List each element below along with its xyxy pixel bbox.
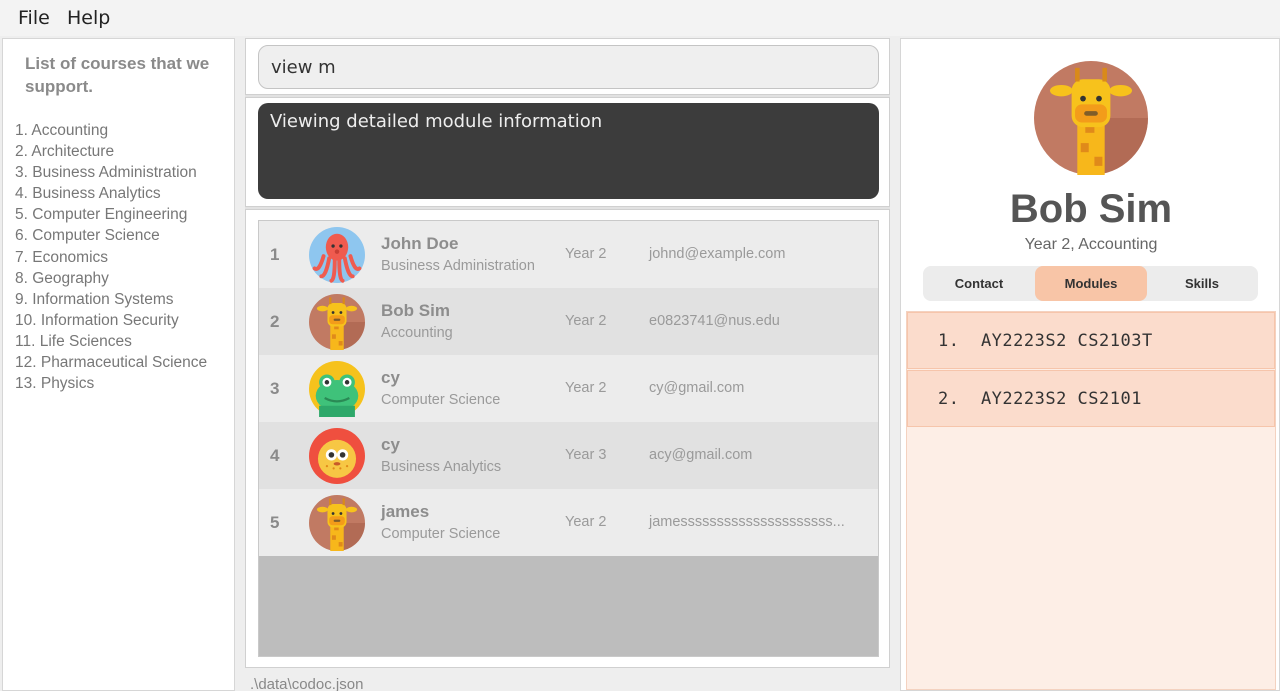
module-item[interactable]: 2. AY2223S2 CS2101: [907, 370, 1275, 427]
command-box: view m: [245, 38, 890, 95]
course-item: 2. Architecture: [15, 143, 115, 161]
person-index: 3: [270, 379, 280, 398]
person-email: johnd@example.com: [649, 246, 786, 262]
frog-icon: [309, 361, 365, 417]
profile-tabs: Contact Modules Skills: [923, 266, 1258, 301]
person-index: 1: [270, 245, 280, 264]
person-row[interactable]: 3 cy Computer Science Year 2 cy@gmail.co…: [259, 355, 878, 422]
course-item: 12. Pharmaceutical Science: [15, 354, 208, 372]
person-course: Business Administration: [381, 258, 535, 274]
course-item: 7. Economics: [15, 248, 109, 266]
person-name: John Doe: [381, 234, 459, 253]
person-name: cy: [381, 368, 400, 387]
course-item: 11. Life Sciences: [15, 332, 132, 350]
person-course: Accounting: [381, 325, 453, 341]
tab-skills[interactable]: Skills: [1146, 266, 1258, 301]
courses-panel: List of courses that we support. 1. Acco…: [2, 38, 235, 691]
person-name: Bob Sim: [381, 301, 450, 320]
person-index: 5: [270, 513, 280, 532]
person-email: e0823741@nus.edu: [649, 313, 780, 329]
modules-list: 1. AY2223S2 CS2103T 2. AY2223S2 CS2101: [906, 311, 1276, 690]
courses-title: List of courses that we support.: [25, 54, 210, 96]
result-display: Viewing detailed module information: [258, 103, 879, 199]
menu-file[interactable]: File: [18, 7, 50, 29]
person-row[interactable]: 2 Bob Sim Accounting Year 2 e0823741@nus…: [259, 288, 878, 355]
person-email: jamesssssssssssssssssssss...: [649, 514, 845, 530]
person-course: Computer Science: [381, 392, 501, 408]
person-row[interactable]: 1 John Doe Business Administration Year …: [259, 221, 878, 288]
person-year: Year 2: [565, 380, 607, 396]
person-list-panel: 1 John Doe Business Administration Year …: [245, 209, 890, 668]
person-year: Year 3: [565, 447, 607, 463]
octopus-icon: [309, 227, 365, 283]
giraffe-icon: [309, 294, 365, 350]
person-year: Year 2: [565, 313, 607, 329]
person-email: acy@gmail.com: [649, 447, 753, 463]
module-item[interactable]: 1. AY2223S2 CS2103T: [907, 312, 1275, 369]
course-item: 9. Information Systems: [15, 290, 174, 308]
course-item: 4. Business Analytics: [15, 185, 161, 203]
command-input[interactable]: view m: [258, 45, 879, 89]
person-year: Year 2: [565, 246, 607, 262]
status-bar-path: .\data\codoc.json: [250, 676, 364, 691]
course-item: 3. Business Administration: [15, 164, 197, 182]
menu-help[interactable]: Help: [67, 7, 110, 29]
course-list: 1. Accounting 2. Architecture 3. Busines…: [15, 120, 207, 394]
course-item: 5. Computer Engineering: [15, 206, 188, 224]
person-index: 4: [270, 446, 280, 465]
person-course: Business Analytics: [381, 459, 502, 475]
person-year: Year 2: [565, 514, 607, 530]
course-item: 6. Computer Science: [15, 227, 160, 245]
profile-subtitle: Year 2, Accounting: [1024, 236, 1158, 253]
giraffe-icon: [309, 495, 365, 551]
menu-bar: File Help: [0, 0, 1280, 36]
person-index: 2: [270, 312, 280, 331]
course-item: 1. Accounting: [15, 122, 109, 139]
main-panel: view m Viewing detailed module informati…: [245, 38, 890, 668]
person-name: cy: [381, 435, 400, 454]
profile-name: Bob Sim: [1009, 187, 1173, 231]
pufferfish-icon: [309, 428, 365, 484]
tab-modules[interactable]: Modules: [1035, 266, 1147, 301]
profile-panel: Bob Sim Year 2, Accounting Contact Modul…: [900, 38, 1280, 691]
person-row[interactable]: 5 james Computer Science Year 2 jamessss…: [259, 489, 878, 556]
course-item: 8. Geography: [15, 269, 109, 287]
course-item: 10. Information Security: [15, 311, 179, 329]
result-box: Viewing detailed module information: [245, 97, 890, 207]
course-item: 13. Physics: [15, 375, 95, 393]
person-course: Computer Science: [381, 526, 501, 542]
tab-contact[interactable]: Contact: [923, 266, 1035, 301]
giraffe-icon: [1034, 61, 1148, 175]
person-name: james: [381, 502, 430, 521]
person-list[interactable]: 1 John Doe Business Administration Year …: [258, 220, 879, 657]
person-row[interactable]: 4 cy Business Analytics Year 3 acy@gmail…: [259, 422, 878, 489]
person-email: cy@gmail.com: [649, 380, 745, 396]
